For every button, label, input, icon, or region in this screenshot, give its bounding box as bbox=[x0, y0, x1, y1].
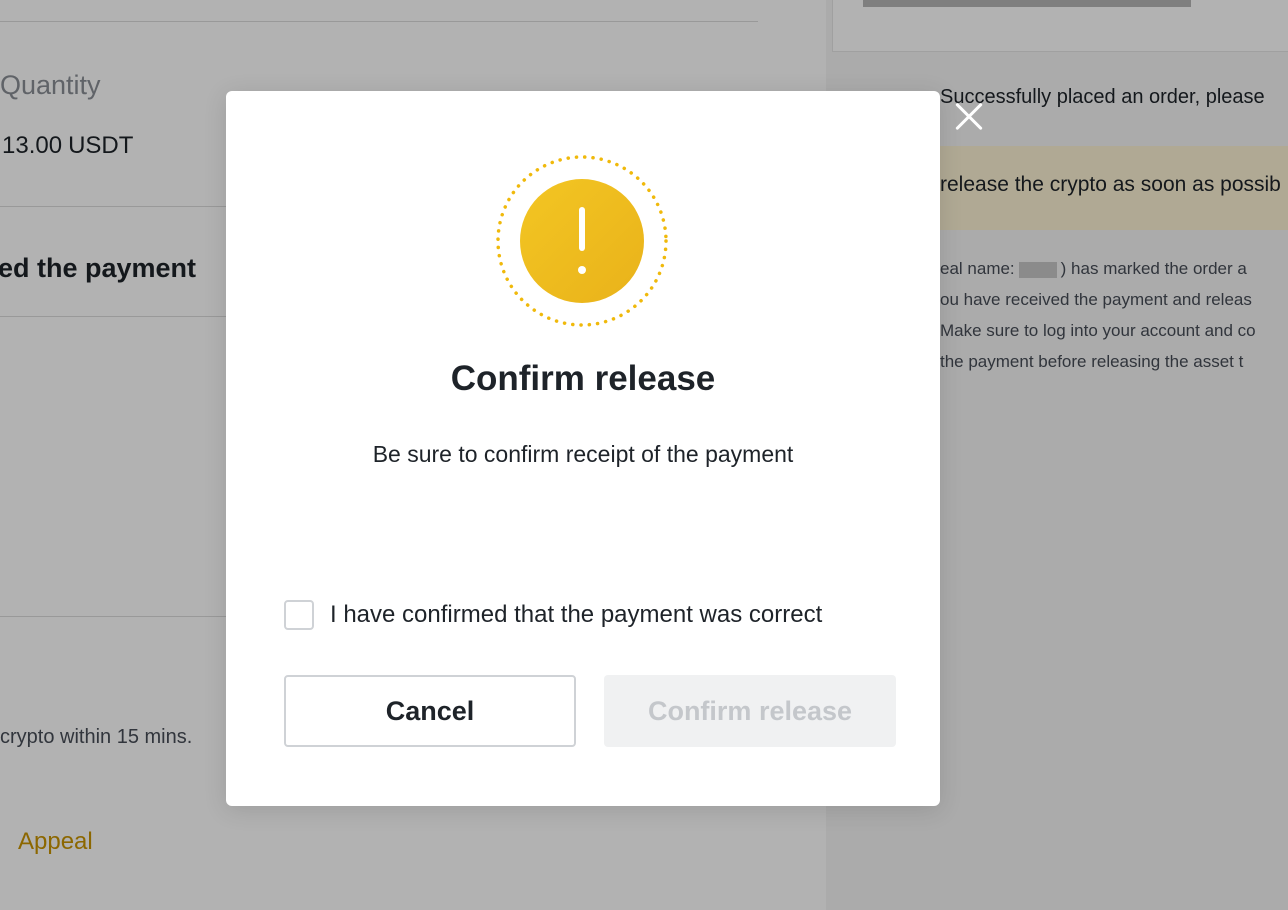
payment-confirmed-checkbox[interactable] bbox=[284, 600, 314, 630]
dialog-title: Confirm release bbox=[450, 359, 716, 398]
warning-exclamation-icon bbox=[496, 155, 668, 327]
payment-confirmed-checkbox-row[interactable]: I have confirmed that the payment was co… bbox=[284, 598, 822, 632]
p2p-order-page: Quantity 13.00 USDT ed the payment crypto… bbox=[0, 0, 1288, 910]
confirm-release-dialog: Confirm release Be sure to confirm recei… bbox=[226, 91, 940, 806]
confirm-release-button[interactable]: Confirm release bbox=[604, 675, 896, 747]
cancel-button[interactable]: Cancel bbox=[284, 675, 576, 747]
dialog-subtitle: Be sure to confirm receipt of the paymen… bbox=[372, 441, 794, 467]
checkbox-label: I have confirmed that the payment was co… bbox=[330, 601, 823, 628]
close-icon[interactable] bbox=[950, 98, 988, 136]
